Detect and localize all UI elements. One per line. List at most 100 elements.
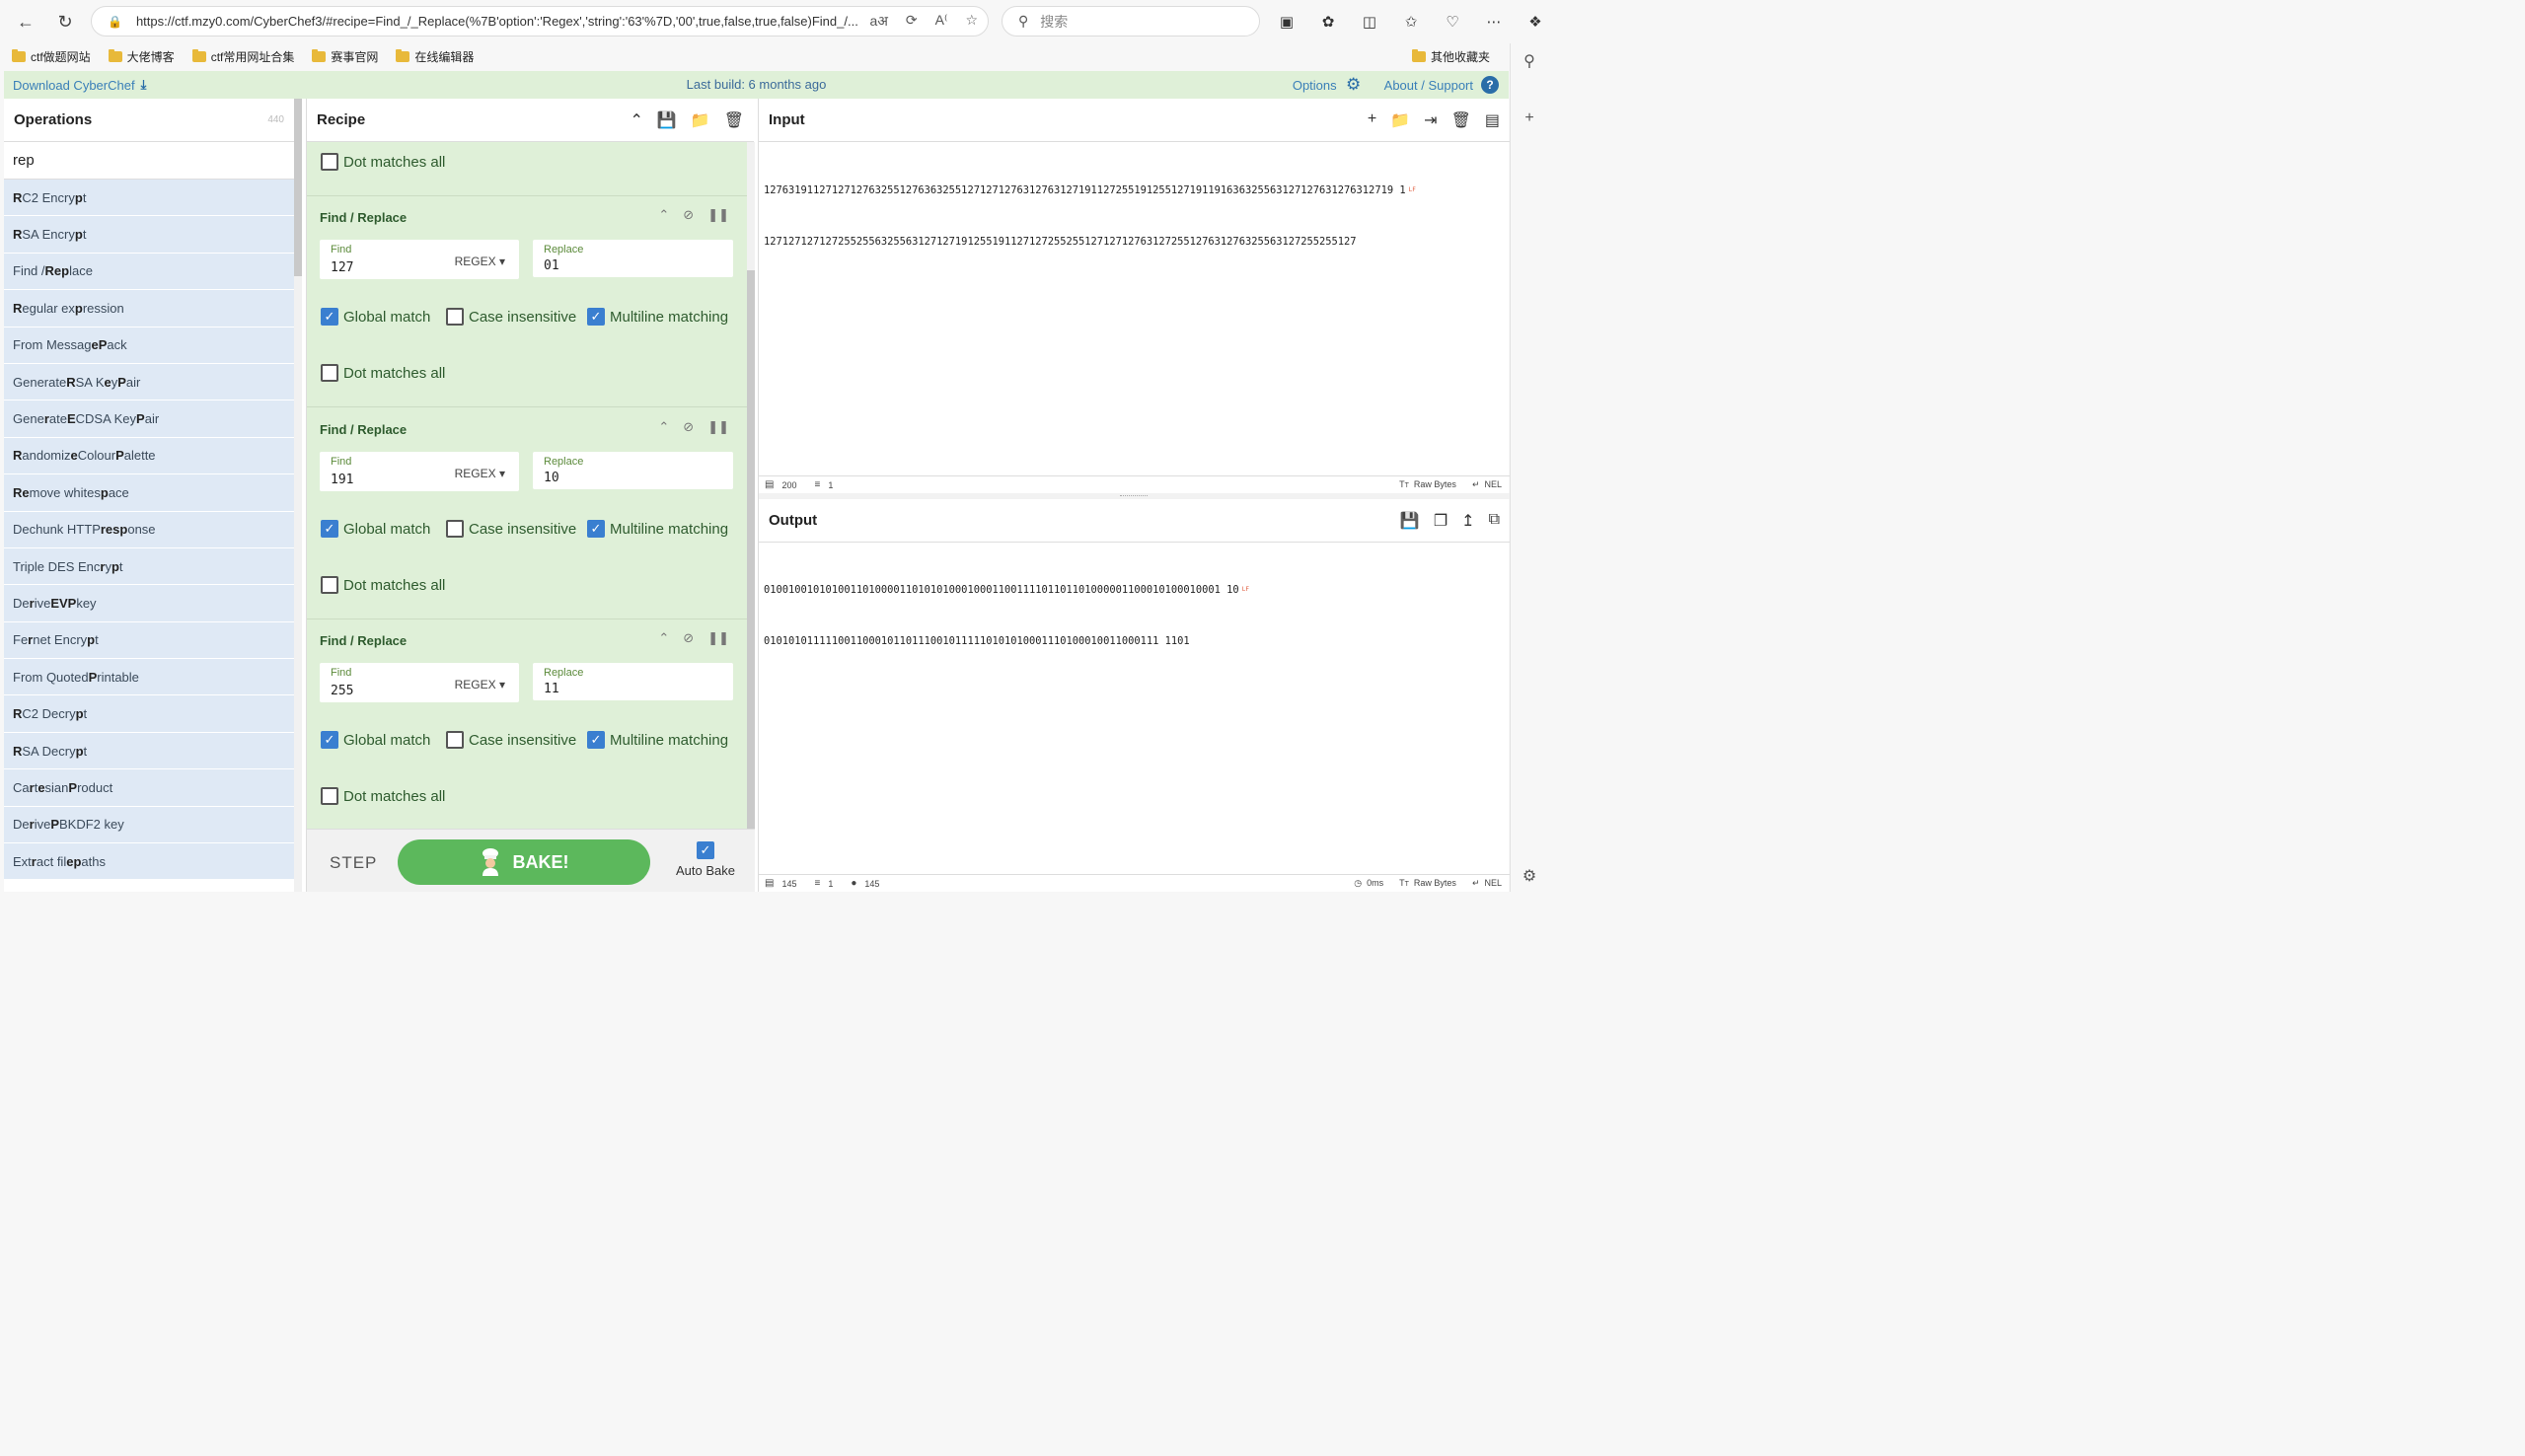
- global-match-checkbox[interactable]: ✓ Global match: [321, 308, 430, 326]
- operation-list-item[interactable]: R C2 Encry p t: [4, 180, 294, 217]
- operation-list-item[interactable]: Ext r act fil e p aths: [4, 843, 294, 881]
- checkbox-box[interactable]: [446, 308, 464, 326]
- disable-op-icon[interactable]: ⊘: [683, 419, 694, 435]
- extension-badge-icon[interactable]: ▣: [1273, 8, 1300, 36]
- load-recipe-folder-icon[interactable]: 📁: [691, 110, 710, 130]
- operation-list-item[interactable]: De r ive EVP key: [4, 585, 294, 622]
- checkbox-box[interactable]: ✓: [321, 731, 338, 749]
- scrollbar-thumb[interactable]: [294, 99, 302, 276]
- bookmark-folder[interactable]: ctf常用网址合集: [191, 48, 294, 65]
- scrollbar-thumb[interactable]: [747, 270, 755, 829]
- collapse-chevron-icon[interactable]: ⌃: [658, 207, 669, 223]
- add-tab-plus-icon[interactable]: +: [1368, 110, 1376, 130]
- maximize-output-icon[interactable]: ⧉: [1489, 511, 1500, 531]
- output-eol-selector[interactable]: ↵ NEL: [1472, 878, 1502, 889]
- open-file-icon[interactable]: ⇥: [1424, 110, 1437, 130]
- translate-icon[interactable]: aअ: [869, 12, 887, 31]
- operation-list-item[interactable]: From Quoted Printable: [4, 659, 294, 696]
- copilot-icon[interactable]: ❖: [1522, 8, 1549, 36]
- replace-input[interactable]: Replace 11: [533, 663, 733, 700]
- dot-matches-all-checkbox[interactable]: Dot matches all: [321, 153, 445, 171]
- find-input[interactable]: Find 191 REGEX ▾: [320, 452, 519, 491]
- operation-list-item[interactable]: Triple DES Enc r y p t: [4, 547, 294, 586]
- operation-list-item[interactable]: Dechunk HTTP resp onse: [4, 511, 294, 548]
- gear-icon[interactable]: ⚙: [1345, 75, 1363, 94]
- checkbox-box[interactable]: [321, 576, 338, 594]
- more-menu-icon[interactable]: ⋯: [1480, 8, 1508, 36]
- breakpoint-pause-icon[interactable]: ❚❚: [707, 630, 729, 646]
- address-bar[interactable]: 🔒 https://ctf.mzy0.com/CyberChef3/#recip…: [91, 6, 989, 36]
- checkbox-box[interactable]: [321, 787, 338, 805]
- checkbox-box[interactable]: ✓: [321, 308, 338, 326]
- clear-recipe-trash-icon[interactable]: 🗑: [724, 110, 744, 130]
- sidebar-add-icon[interactable]: +: [1520, 109, 1539, 128]
- operations-scrollbar[interactable]: [294, 99, 302, 892]
- bookmark-folder[interactable]: ctf做题网站: [12, 48, 91, 65]
- output-encoding-raw-bytes[interactable]: TT Raw Bytes: [1399, 878, 1456, 889]
- operation-list-item[interactable]: Re move whites p ace: [4, 474, 294, 512]
- input-textarea[interactable]: 1276319112712712763255127636325512712712…: [764, 147, 1416, 286]
- operation-list-item[interactable]: R SA Encry p t: [4, 216, 294, 254]
- read-aloud-icon[interactable]: A⁽: [935, 12, 948, 31]
- extensions-puzzle-icon[interactable]: ✿: [1314, 8, 1342, 36]
- save-output-icon[interactable]: 💾: [1400, 511, 1420, 531]
- case-insensitive-checkbox[interactable]: Case insensitive: [446, 308, 576, 326]
- operation-list-item[interactable]: Ca r t e sian Product: [4, 769, 294, 807]
- collapse-chevron-icon[interactable]: ⌃: [658, 630, 669, 646]
- auto-bake-checkbox[interactable]: ✓: [697, 841, 714, 859]
- case-insensitive-checkbox[interactable]: Case insensitive: [446, 520, 576, 538]
- back-arrow-icon[interactable]: ←: [12, 8, 39, 36]
- input-eol-selector[interactable]: ↵ NEL: [1472, 479, 1502, 490]
- options-link[interactable]: Options: [1293, 78, 1337, 93]
- operation-list-item[interactable]: Fe r net Encry p t: [4, 621, 294, 660]
- copy-output-icon[interactable]: ❐: [1434, 511, 1448, 531]
- favorites-icon[interactable]: ✩: [1397, 8, 1425, 36]
- operation-list-item[interactable]: Gene r ate E CDSA Key Pair: [4, 400, 294, 438]
- replace-input[interactable]: Replace 10: [533, 452, 733, 489]
- multiline-matching-checkbox[interactable]: ✓ Multiline matching: [587, 308, 728, 326]
- sidebar-search-icon[interactable]: ⚲: [1520, 51, 1539, 71]
- browser-search-input[interactable]: ⚲ 搜索: [1002, 6, 1260, 36]
- find-input[interactable]: Find 255 REGEX ▾: [320, 663, 519, 702]
- checkbox-box[interactable]: ✓: [587, 308, 605, 326]
- regex-mode-dropdown[interactable]: REGEX ▾: [455, 255, 505, 268]
- regex-mode-dropdown[interactable]: REGEX ▾: [455, 467, 505, 480]
- help-icon[interactable]: ?: [1481, 76, 1499, 94]
- bake-button[interactable]: BAKE!: [398, 839, 650, 885]
- dot-matches-all-checkbox[interactable]: Dot matches all: [321, 787, 445, 805]
- input-encoding-raw-bytes[interactable]: TT Raw Bytes: [1399, 479, 1456, 490]
- operation-list-item[interactable]: Generate R SA Key Pair: [4, 363, 294, 401]
- operation-list-item[interactable]: Randomiz e Colour Palette: [4, 437, 294, 475]
- favorite-star-icon[interactable]: ☆: [965, 12, 978, 31]
- global-match-checkbox[interactable]: ✓ Global match: [321, 731, 430, 749]
- replace-input[interactable]: Replace 01: [533, 240, 733, 277]
- save-recipe-icon[interactable]: 💾: [657, 110, 677, 130]
- reset-layout-icon[interactable]: ▤: [1485, 110, 1500, 130]
- replace-input-with-output-icon[interactable]: ↥: [1461, 511, 1474, 531]
- operation-list-item[interactable]: Find / Rep lace: [4, 253, 294, 291]
- checkbox-box[interactable]: ✓: [321, 520, 338, 538]
- checkbox-box[interactable]: [446, 520, 464, 538]
- auto-bake-toggle[interactable]: ✓ Auto Bake: [674, 841, 737, 878]
- breakpoint-pause-icon[interactable]: ❚❚: [707, 207, 729, 223]
- about-support-link[interactable]: About / Support: [1384, 78, 1473, 93]
- bookmark-folder[interactable]: 大佬博客: [108, 48, 175, 65]
- open-folder-icon[interactable]: 📁: [1390, 110, 1410, 130]
- split-screen-icon[interactable]: ◫: [1356, 8, 1383, 36]
- refresh-icon[interactable]: ↻: [51, 8, 79, 36]
- checkbox-box[interactable]: [321, 364, 338, 382]
- disable-op-icon[interactable]: ⊘: [683, 630, 694, 646]
- bookmark-folder[interactable]: 赛事官网: [312, 48, 378, 65]
- step-button[interactable]: STEP: [330, 853, 377, 873]
- recipe-scrollbar[interactable]: [747, 142, 755, 829]
- grip[interactable]: [1120, 495, 1148, 497]
- global-match-checkbox[interactable]: ✓ Global match: [321, 520, 430, 538]
- refresh-page-icon[interactable]: ⟳: [906, 12, 918, 31]
- checkbox-box[interactable]: [321, 153, 338, 171]
- dot-matches-all-checkbox[interactable]: Dot matches all: [321, 364, 445, 382]
- checkbox-box[interactable]: ✓: [587, 731, 605, 749]
- operation-list-item[interactable]: R C2 Decry p t: [4, 695, 294, 733]
- disable-op-icon[interactable]: ⊘: [683, 207, 694, 223]
- find-input[interactable]: Find 127 REGEX ▾: [320, 240, 519, 279]
- dot-matches-all-checkbox[interactable]: Dot matches all: [321, 576, 445, 594]
